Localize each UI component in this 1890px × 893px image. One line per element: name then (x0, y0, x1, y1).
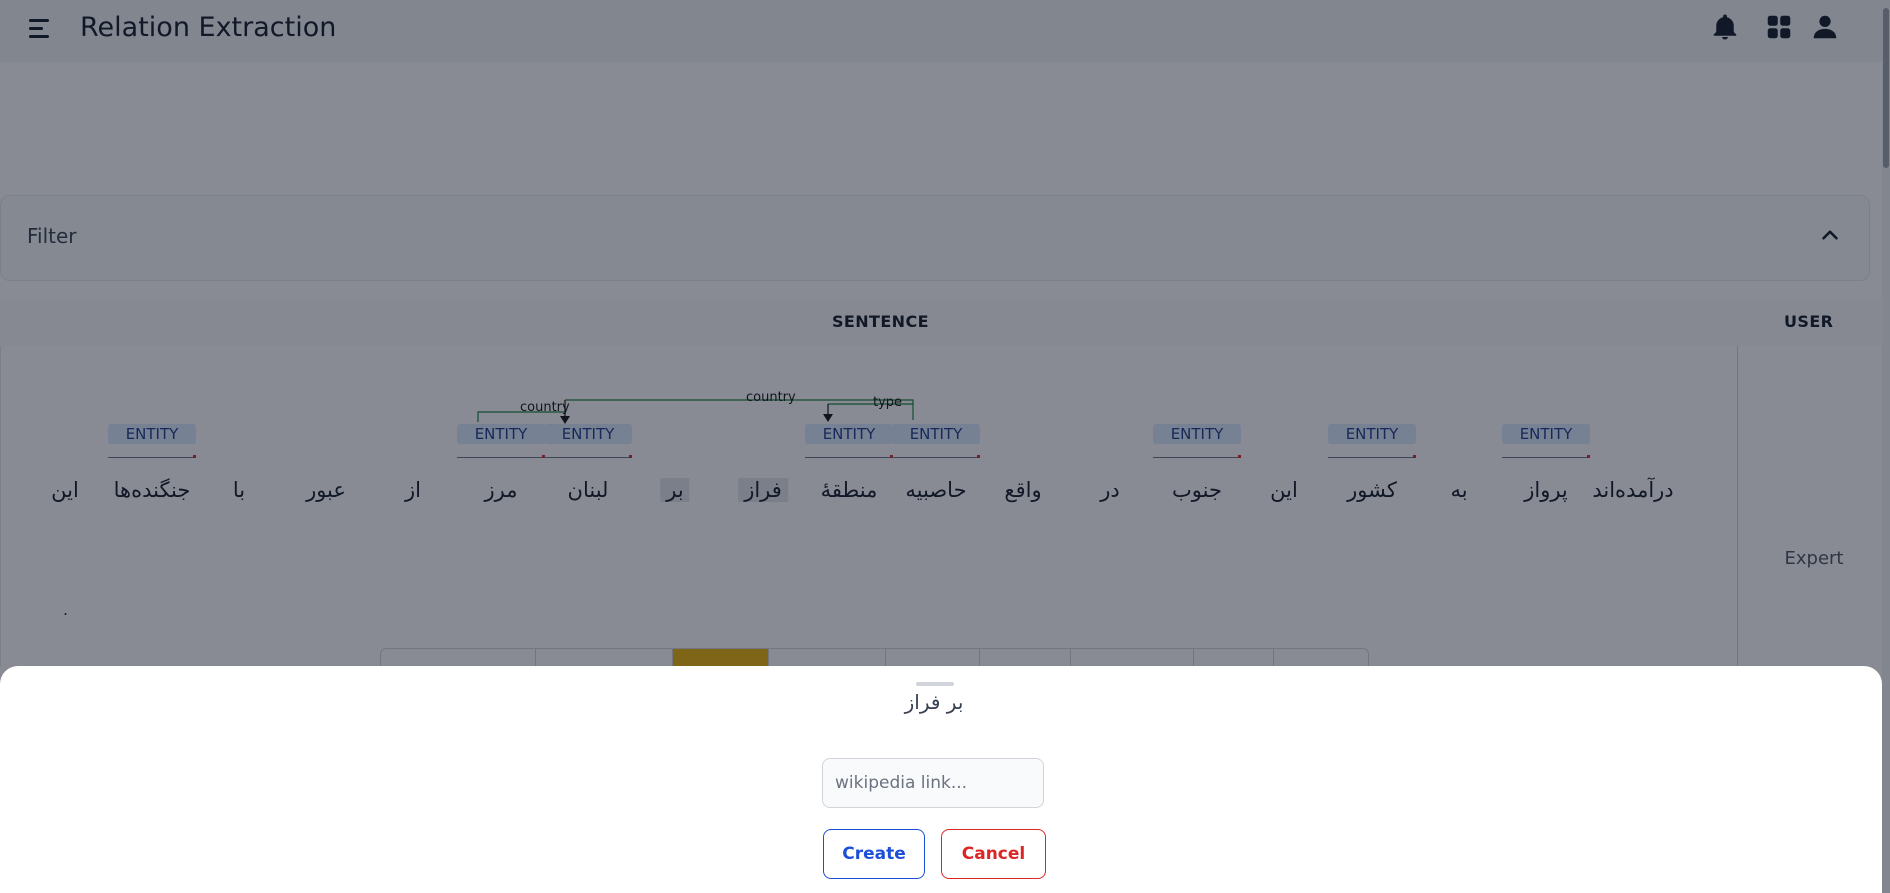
create-button[interactable]: Create (823, 829, 925, 879)
cancel-button[interactable]: Cancel (941, 829, 1046, 879)
drag-handle[interactable] (916, 682, 954, 686)
sheet-title: بر فراز (904, 690, 964, 714)
wikipedia-link-input[interactable] (822, 758, 1044, 808)
bottom-sheet: بر فراز Create Cancel (0, 666, 1882, 893)
